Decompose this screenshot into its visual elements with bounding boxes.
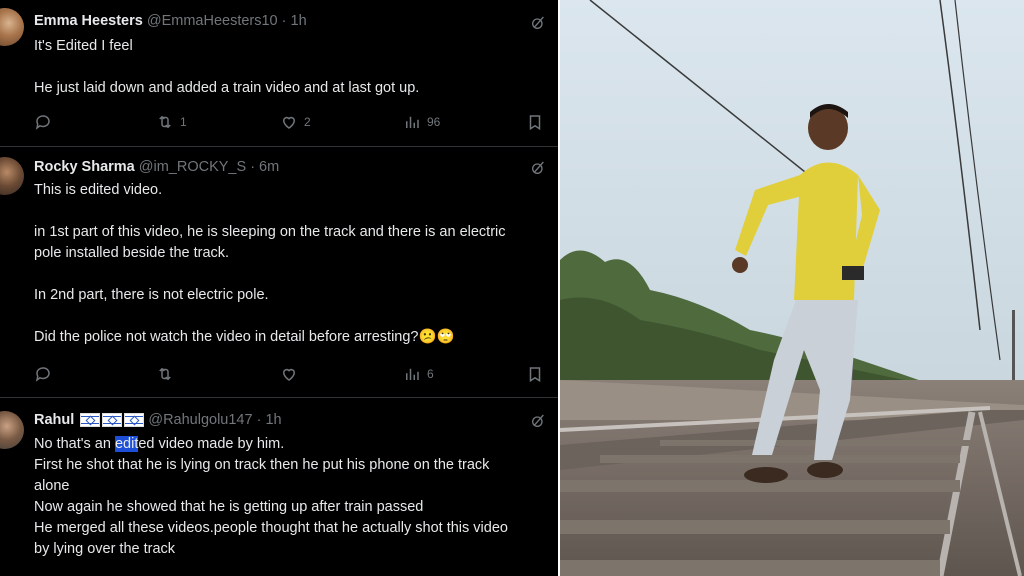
retweet-icon <box>159 115 171 129</box>
timestamp[interactable]: · 6m <box>250 159 279 175</box>
author-name[interactable]: Emma Heesters <box>34 13 143 29</box>
tweet-line <box>34 57 419 78</box>
israel-flag-icon <box>102 413 123 428</box>
like-button[interactable]: 2 <box>280 113 311 131</box>
avatar[interactable] <box>0 157 24 195</box>
railway-scene-image <box>560 0 1024 576</box>
views-icon <box>406 368 419 380</box>
tweet-line <box>34 306 506 327</box>
like-button[interactable] <box>280 365 304 383</box>
like-count: 2 <box>304 115 311 129</box>
tweet-line: He just laid down and added a train vide… <box>34 80 420 96</box>
author-handle[interactable]: @im_ROCKY_S <box>139 159 246 175</box>
author-handle[interactable]: @EmmaHeesters10 <box>147 13 278 29</box>
grok-icon[interactable] <box>530 413 546 429</box>
reply-button[interactable] <box>34 113 58 131</box>
tweet-header: Rocky Sharma @im_ROCKY_S · 6m <box>34 159 279 175</box>
tweet-actions: 6 <box>34 365 544 385</box>
timestamp[interactable]: · 1h <box>282 13 307 29</box>
author-name[interactable]: Rahul <box>34 412 74 428</box>
tweet-line-text: Did the police not watch the video in de… <box>34 329 419 345</box>
reply-button[interactable] <box>34 365 58 383</box>
tweet-line: It's Edited I feel <box>34 38 133 54</box>
reply-icon <box>35 367 50 382</box>
tweet-line <box>34 264 506 285</box>
bookmark-button[interactable] <box>526 113 544 131</box>
grok-icon[interactable] <box>530 160 546 176</box>
tweet-header: Emma Heesters @EmmaHeesters10 · 1h <box>34 13 307 29</box>
views-icon <box>406 116 419 128</box>
retweet-count: 1 <box>180 115 187 129</box>
views-count: 6 <box>427 367 434 381</box>
like-icon <box>282 116 296 129</box>
tweet-line: pole installed beside the track. <box>34 245 230 261</box>
views-button[interactable]: 96 <box>403 113 440 131</box>
tweet-line: Now again he showed that he is getting u… <box>34 499 424 515</box>
views-count: 96 <box>427 115 441 129</box>
israel-flag-icon <box>124 413 145 428</box>
retweet-icon <box>159 367 171 381</box>
video-frame[interactable] <box>560 0 1024 576</box>
bookmark-icon <box>529 115 541 131</box>
tweet-1[interactable]: Emma Heesters @EmmaHeesters10 · 1h It's … <box>0 0 558 146</box>
tweet-line: in 1st part of this video, he is sleepin… <box>34 224 506 240</box>
tweet-line: Did the police not watch the video in de… <box>34 327 506 348</box>
avatar[interactable] <box>0 8 24 46</box>
tweet-line: No that's an edited video made by him. <box>34 434 508 455</box>
bookmark-icon <box>529 367 541 383</box>
tweet-text: It's Edited I feel He just laid down and… <box>34 36 419 99</box>
tweet-line: alone <box>34 478 70 494</box>
tweet-actions: 1 2 96 <box>34 113 544 133</box>
tweet-3[interactable]: Rahul @Rahulgolu147 · 1h No that's an ed… <box>0 398 558 576</box>
reply-icon <box>35 115 50 130</box>
tweet-2[interactable]: Rocky Sharma @im_ROCKY_S · 6m This is ed… <box>0 147 558 395</box>
avatar[interactable] <box>0 411 24 449</box>
tweet-line: He merged all these videos.people though… <box>34 520 508 536</box>
bookmark-button[interactable] <box>526 365 544 383</box>
retweet-button[interactable] <box>156 365 180 383</box>
tweet-line: In 2nd part, there is not electric pole. <box>34 287 269 303</box>
tweet-line <box>34 201 506 222</box>
like-icon <box>282 368 296 381</box>
grok-icon[interactable] <box>530 15 546 31</box>
tweet-thread-panel: Emma Heesters @EmmaHeesters10 · 1h It's … <box>0 0 558 576</box>
tweet-header: Rahul @Rahulgolu147 · 1h <box>34 412 282 428</box>
timestamp[interactable]: · 1h <box>257 412 282 428</box>
text-segment: No that's an <box>34 436 115 452</box>
israel-flag-icon <box>80 413 101 428</box>
tweet-line: First he shot that he is lying on track … <box>34 457 490 473</box>
views-button[interactable]: 6 <box>403 365 434 383</box>
emoji: 😕🙄 <box>418 329 455 345</box>
text-segment: ed video made by him. <box>138 436 285 452</box>
tweet-text: This is edited video. in 1st part of thi… <box>34 180 506 348</box>
selected-text[interactable]: edit <box>114 436 139 452</box>
author-name[interactable]: Rocky Sharma <box>34 159 135 175</box>
tweet-line: by lying over the track <box>34 541 176 557</box>
author-handle[interactable]: @Rahulgolu147 <box>148 412 252 428</box>
tweet-text: No that's an edited video made by him. F… <box>34 434 508 560</box>
tweet-line: This is edited video. <box>34 182 163 198</box>
retweet-button[interactable]: 1 <box>156 113 187 131</box>
